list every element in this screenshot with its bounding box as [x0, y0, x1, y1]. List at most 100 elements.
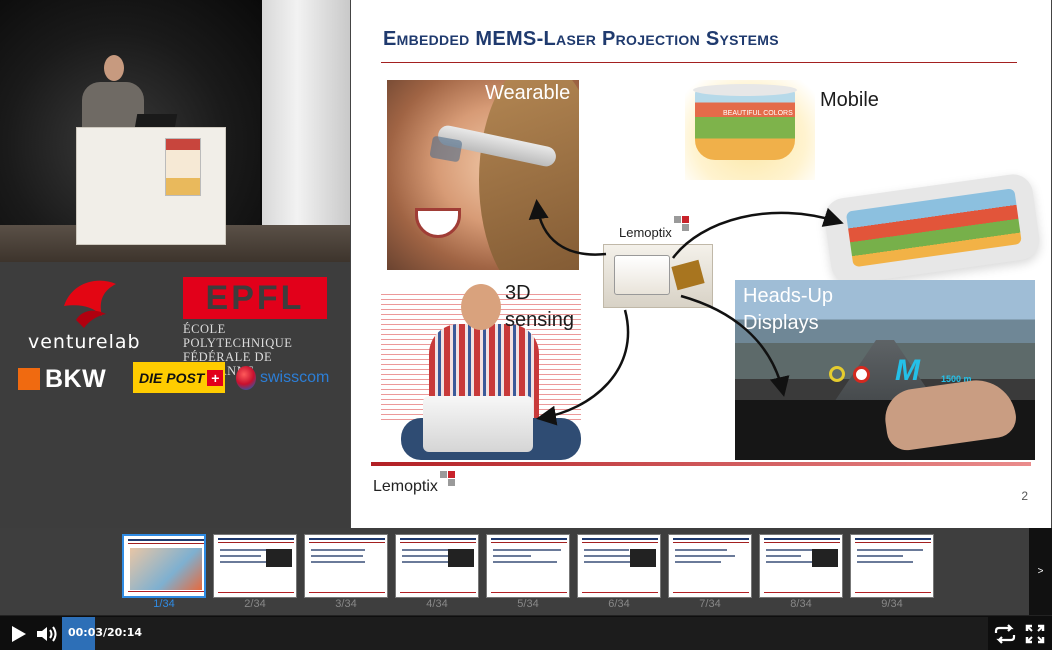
projected-cup — [695, 88, 795, 160]
mems-chip — [671, 259, 705, 291]
swisscom-logo: swisscom — [236, 366, 329, 390]
slide-thumbnail[interactable] — [577, 534, 661, 598]
smartphone-image — [822, 171, 1042, 287]
thumbnail-number: 5/34 — [517, 598, 539, 610]
venturelab-suffix-text: lab — [108, 331, 141, 353]
time-display: 00:03/20:14 — [68, 626, 143, 639]
slide-thumbnail[interactable] — [486, 534, 570, 598]
thumbnail-content — [855, 542, 931, 543]
bottom-rule — [371, 462, 1031, 466]
smiling-mouth — [415, 208, 461, 238]
venturelab-main-text: venture — [28, 331, 109, 353]
thumbnail-content — [220, 555, 261, 557]
label-mobile: Mobile — [820, 89, 879, 111]
thumbnail-content — [309, 542, 385, 543]
slide-thumbnail[interactable] — [850, 534, 934, 598]
slide-thumbnail-strip: 1/34 2/34 3/34 4/34 5/34 6/34 7/34 8/34 9/34 > — [0, 528, 1052, 615]
glasses-lens — [429, 135, 463, 163]
slide-thumbnail[interactable] — [122, 534, 206, 598]
thumbnail-content — [491, 538, 567, 540]
slide-thumbnail[interactable] — [668, 534, 752, 598]
bkw-text: BKW — [45, 364, 107, 393]
thumbnail-content — [220, 561, 269, 563]
cup-text: BEAUTIFUL COLORS — [723, 110, 793, 117]
thumbnail-content — [855, 592, 931, 593]
current-slide: Embedded MEMS-Laser Projection Systems W… — [351, 0, 1051, 528]
cup-rim — [693, 84, 797, 96]
thumbnail-content — [673, 538, 749, 540]
label-3d-line-2: sensing — [505, 309, 574, 331]
thumbnail-content — [266, 549, 292, 567]
swiss-cross-icon: + — [207, 369, 224, 386]
label-hud-line-1: Heads-Up — [743, 285, 834, 307]
lemoptix-squares-icon — [673, 216, 690, 232]
thumbnail-number: 1/34 — [153, 598, 175, 610]
thumbnail-content — [400, 592, 476, 593]
next-thumbnails-button[interactable]: > — [1029, 528, 1052, 615]
lemoptix-footer-logo: Lemoptix — [373, 471, 456, 496]
thumbnail-content — [764, 592, 840, 593]
person-head — [461, 284, 501, 330]
thumbnail-number: 2/34 — [244, 598, 266, 610]
thumbnail-content — [128, 543, 204, 544]
thumbnail-content — [400, 538, 476, 540]
thumbnail-content — [311, 561, 365, 563]
thumbnail-content — [675, 555, 735, 557]
speaker-video[interactable] — [0, 0, 350, 262]
hud-route-icon: M — [895, 354, 920, 387]
thumbnail-content — [309, 592, 385, 593]
player-controls: 00:03/20:14 — [0, 615, 1052, 650]
thumbnail-number: 4/34 — [426, 598, 448, 610]
thumbnail-content — [766, 555, 801, 557]
lemoptix-footer-text: Lemoptix — [373, 478, 438, 495]
lemoptix-center-text: Lemoptix — [619, 224, 672, 240]
thumbnail-content — [130, 548, 202, 590]
slide-thumbnail[interactable] — [304, 534, 388, 598]
loop-icon[interactable] — [993, 624, 1017, 644]
thumbnail-content — [582, 542, 658, 543]
projector-module — [603, 244, 713, 308]
play-icon[interactable] — [8, 624, 28, 644]
progress-track[interactable] — [62, 617, 988, 650]
slide-thumbnail[interactable] — [759, 534, 843, 598]
thumbnail-number: 7/34 — [699, 598, 721, 610]
thumbnail-content — [128, 539, 204, 541]
thumbnail-content — [493, 561, 557, 563]
thumbnail-content — [855, 538, 931, 540]
title-rule — [381, 62, 1017, 63]
thumbnail-content — [218, 542, 294, 543]
thumbnail-content — [220, 549, 267, 551]
thumbnail-content — [311, 549, 365, 551]
epfl-mark: EPFL — [205, 279, 305, 317]
slide-thumbnail[interactable] — [395, 534, 479, 598]
swisscom-mark-icon — [236, 366, 256, 390]
fullscreen-icon[interactable] — [1025, 624, 1045, 644]
label-wearable: Wearable — [485, 82, 571, 104]
label-3d-sensing: 3D sensing — [505, 280, 574, 334]
hud-speed-sign-icon — [853, 366, 870, 383]
thumbnail-content — [673, 542, 749, 543]
thumbnail-content — [218, 538, 294, 540]
thumbnail-content — [582, 592, 658, 593]
person-laptop — [423, 396, 533, 452]
thumbnail-content — [584, 555, 633, 557]
mobile-cup-photo: BEAUTIFUL COLORS — [685, 80, 815, 180]
lemoptix-center-logo: Lemoptix — [619, 216, 690, 240]
stage-curtain — [262, 0, 350, 262]
thumbnail-content — [764, 542, 840, 543]
thumbnail-content — [673, 592, 749, 593]
thumbnail-content — [491, 592, 567, 593]
sponsor-logos: venturelab EPFL ÉCOLE POLYTECHNIQUE FÉDÉ… — [0, 262, 350, 528]
thumbnail-content — [309, 538, 385, 540]
volume-icon[interactable] — [35, 624, 59, 644]
projector-box — [614, 255, 670, 295]
diepost-logo: DIE POST + — [133, 362, 225, 393]
wearable-photo — [387, 80, 579, 270]
thumbnail-content — [493, 549, 561, 551]
epfl-line-1: ÉCOLE POLYTECHNIQUE — [183, 322, 293, 350]
presentation-player: venturelab EPFL ÉCOLE POLYTECHNIQUE FÉDÉ… — [0, 0, 1052, 650]
thumbnail-content — [448, 549, 474, 567]
podium — [76, 127, 226, 245]
thumbnail-content — [764, 538, 840, 540]
slide-thumbnail[interactable] — [213, 534, 297, 598]
